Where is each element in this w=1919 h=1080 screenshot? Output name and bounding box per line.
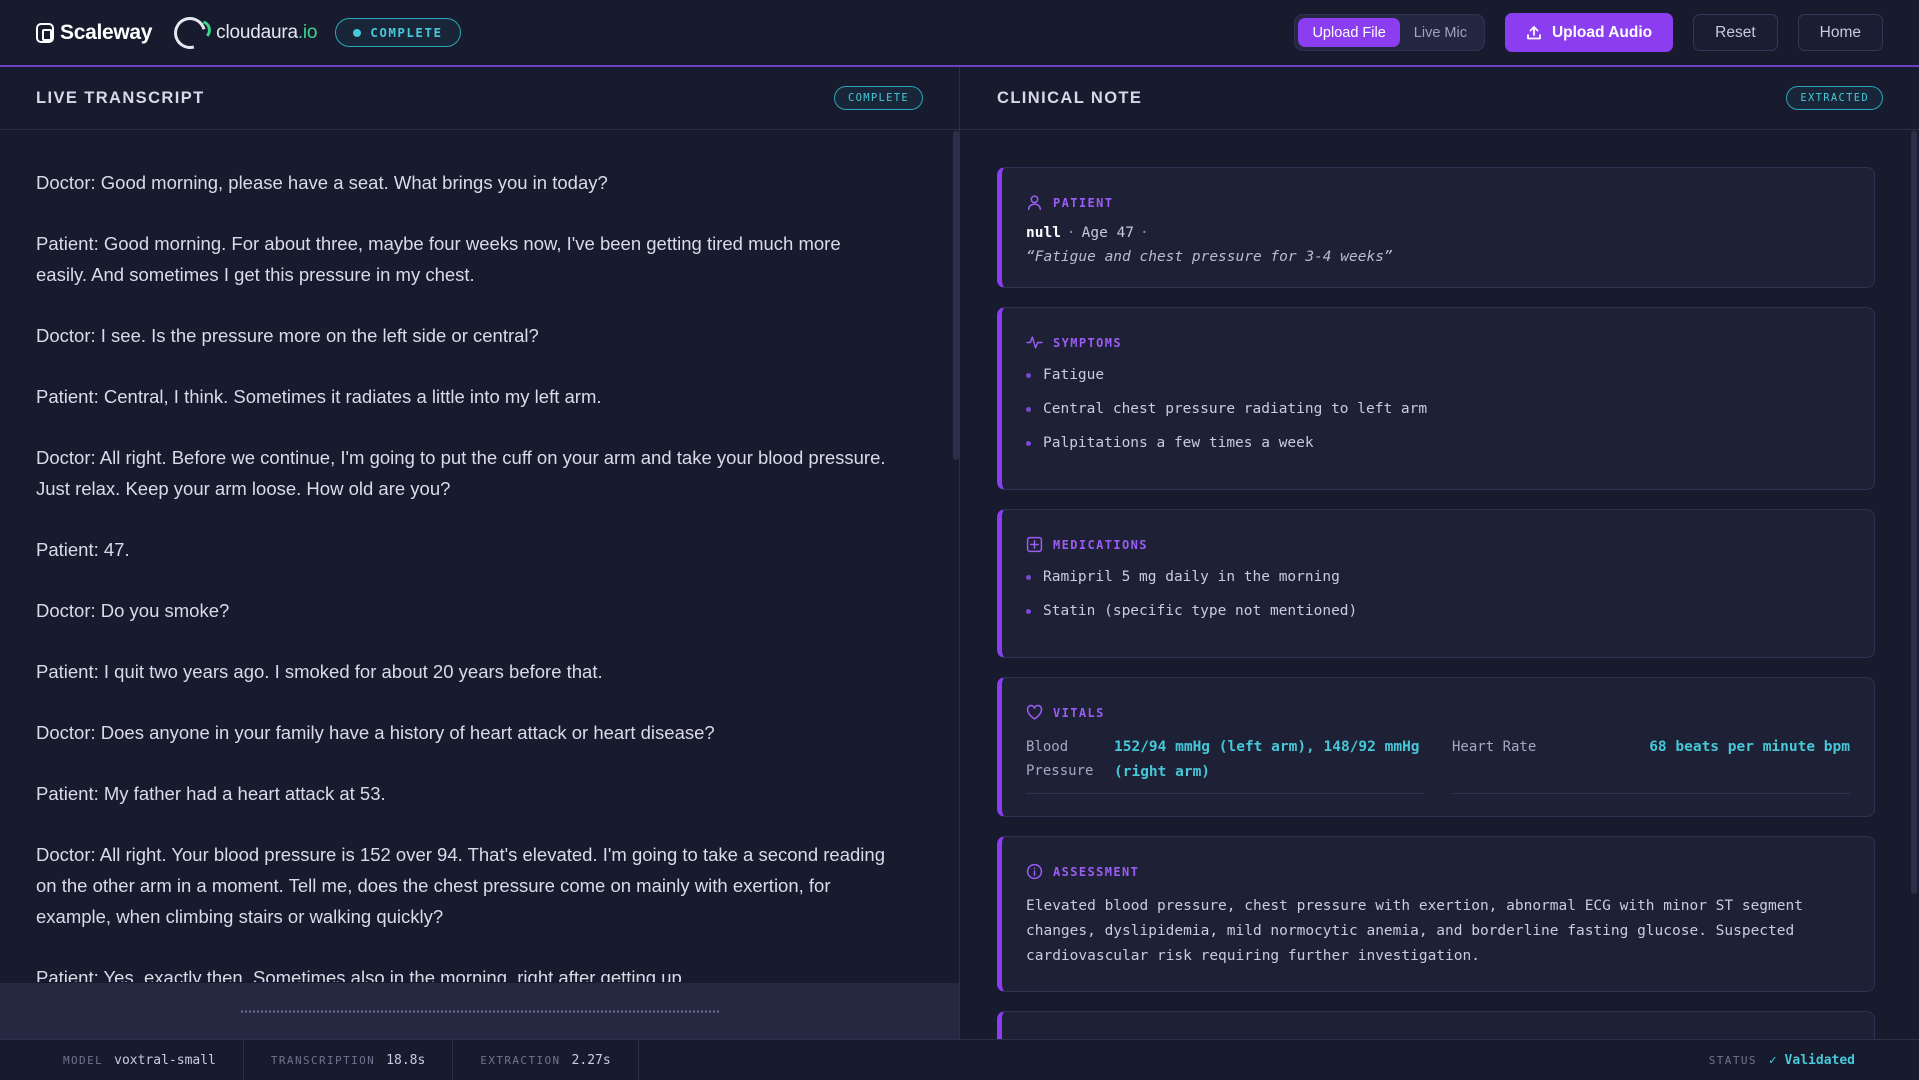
- transcript-line: Patient: Good morning. For about three, …: [36, 233, 841, 285]
- app-header: Scaleway cloudaura.io COMPLETE Upload Fi…: [0, 0, 1919, 67]
- audio-waveform: [239, 1009, 720, 1013]
- vital-blood-pressure: Blood Pressure 152/94 mmHg (left arm), 1…: [1026, 735, 1424, 794]
- footer-extraction: EXTRACTION 2.27s: [453, 1039, 639, 1080]
- patient-name: null: [1026, 225, 1061, 241]
- clinical-note-title: CLINICAL NOTE: [997, 88, 1143, 107]
- header-actions: Upload File Live Mic Upload Audio Reset …: [1294, 13, 1883, 52]
- vital-label: Heart Rate: [1452, 739, 1537, 755]
- patient-card: PATIENT null · Age 47 · “Fatigue and chest …: [997, 167, 1875, 288]
- user-icon: [1027, 195, 1042, 211]
- symptoms-card-title: SYMPTOMS: [1026, 334, 1850, 351]
- scaleway-logo-icon: [36, 22, 54, 43]
- transcript-line: Patient: Central, I think. Sometimes it …: [36, 386, 602, 407]
- symptoms-list: Fatigue Central chest pressure radiating…: [1026, 365, 1850, 453]
- list-item: Palpitations a few times a week: [1026, 433, 1850, 453]
- next-card-partial: [997, 1011, 1875, 1039]
- footer-model: MODEL voxtral-small: [36, 1039, 244, 1080]
- list-item: Fatigue: [1026, 365, 1850, 385]
- reset-button[interactable]: Reset: [1693, 14, 1778, 51]
- transcript-title: LIVE TRANSCRIPT: [36, 88, 205, 107]
- chief-complaint: “Fatigue and chest pressure for 3-4 week…: [1026, 249, 1393, 265]
- transcript-line: Doctor: I see. Is the pressure more on t…: [36, 325, 539, 346]
- symptoms-card: SYMPTOMS Fatigue Central chest pressure …: [997, 307, 1875, 490]
- assessment-text: Elevated blood pressure, chest pressure …: [1026, 898, 1803, 964]
- activity-icon: [1026, 336, 1043, 349]
- transcript-line: Doctor: Does anyone in your family have …: [36, 722, 715, 743]
- cloudaura-ring-icon: [168, 10, 213, 55]
- transcript-status-badge: COMPLETE: [834, 86, 923, 110]
- mode-live-mic[interactable]: Live Mic: [1400, 18, 1481, 47]
- scaleway-logo: Scaleway: [36, 21, 152, 45]
- vitals-card-title: VITALS: [1026, 704, 1850, 721]
- info-icon: [1026, 863, 1043, 880]
- cloudaura-name: cloudaura.io: [216, 21, 318, 43]
- transcript-scrollbar[interactable]: [953, 131, 959, 460]
- transcript-body: Doctor: Good morning, please have a seat…: [0, 131, 955, 982]
- transcript-line: Patient: Yes, exactly then. Sometimes al…: [36, 967, 687, 982]
- medications-card-title: MEDICATIONS: [1026, 536, 1850, 553]
- clinical-note-header: CLINICAL NOTE EXTRACTED: [961, 67, 1919, 130]
- medications-card: MEDICATIONS Ramipril 5 mg daily in the m…: [997, 509, 1875, 658]
- home-button[interactable]: Home: [1797, 14, 1883, 51]
- transcript-panel: LIVE TRANSCRIPT COMPLETE Doctor: Good mo…: [0, 67, 960, 1039]
- transcript-line: Patient: 47.: [36, 539, 130, 560]
- vitals-card: VITALS Blood Pressure 152/94 mmHg (left …: [997, 677, 1875, 817]
- status-footer: MODEL voxtral-small TRANSCRIPTION 18.8s …: [0, 1039, 1919, 1080]
- assessment-card: ASSESSMENT Elevated blood pressure, ches…: [997, 836, 1875, 992]
- footer-status: STATUS ✓ Validated: [1708, 1052, 1855, 1068]
- transcript-line: Patient: My father had a heart attack at…: [36, 783, 386, 804]
- clinical-note-status-badge: EXTRACTED: [1786, 86, 1883, 110]
- transcript-line: Doctor: All right. Your blood pressure i…: [36, 844, 885, 927]
- status-badge: COMPLETE: [335, 18, 461, 47]
- mode-upload-file[interactable]: Upload File: [1298, 18, 1400, 47]
- brand-name: Scaleway: [60, 20, 153, 44]
- vital-heart-rate: Heart Rate 68 beats per minute bpm: [1452, 735, 1850, 794]
- upload-icon: [1527, 25, 1541, 39]
- vital-value: 152/94 mmHg (left arm), 148/92 mmHg (rig…: [1114, 739, 1420, 780]
- transcript-header: LIVE TRANSCRIPT COMPLETE: [0, 67, 959, 130]
- medical-plus-icon: [1026, 536, 1043, 553]
- heart-icon: [1026, 704, 1043, 720]
- validated-status: ✓ Validated: [1768, 1052, 1855, 1068]
- status-badge-label: COMPLETE: [370, 25, 443, 40]
- upload-audio-label: Upload Audio: [1551, 23, 1653, 41]
- transcript-line: Doctor: All right. Before we continue, I…: [36, 447, 886, 499]
- assessment-card-title: ASSESSMENT: [1026, 863, 1850, 880]
- list-item: Statin (specific type not mentioned): [1026, 601, 1850, 621]
- vital-label: Blood Pressure: [1026, 739, 1094, 779]
- footer-transcription: TRANSCRIPTION 18.8s: [244, 1039, 454, 1080]
- transcript-line: Doctor: Good morning, please have a seat…: [36, 172, 608, 193]
- vital-value: 68 beats per minute bpm: [1649, 739, 1850, 755]
- clinical-note-scrollbar[interactable]: [1911, 131, 1917, 894]
- cloudaura-logo: cloudaura.io: [168, 10, 318, 55]
- list-item: Central chest pressure radiating to left…: [1026, 399, 1850, 419]
- transcript-line: Doctor: Do you smoke?: [36, 600, 230, 621]
- transcript-line: Patient: I quit two years ago. I smoked …: [36, 661, 603, 682]
- patient-summary: null · Age 47 ·: [1026, 225, 1149, 241]
- vitals-grid: Blood Pressure 152/94 mmHg (left arm), 1…: [1026, 735, 1850, 794]
- clinical-note-body: PATIENT null · Age 47 · “Fatigue and chest …: [961, 131, 1911, 1039]
- audio-waveform-bar: [0, 983, 959, 1039]
- list-item: Ramipril 5 mg daily in the morning: [1026, 567, 1850, 587]
- input-mode-toggle: Upload File Live Mic: [1294, 14, 1485, 51]
- patient-age: Age 47: [1081, 225, 1135, 241]
- upload-audio-button[interactable]: Upload Audio: [1504, 13, 1674, 52]
- patient-card-title: PATIENT: [1026, 194, 1850, 211]
- status-dot-icon: [353, 28, 362, 37]
- clinical-note-panel: CLINICAL NOTE EXTRACTED PATIENT null · Age…: [961, 67, 1919, 1039]
- medications-list: Ramipril 5 mg daily in the morning Stati…: [1026, 567, 1850, 621]
